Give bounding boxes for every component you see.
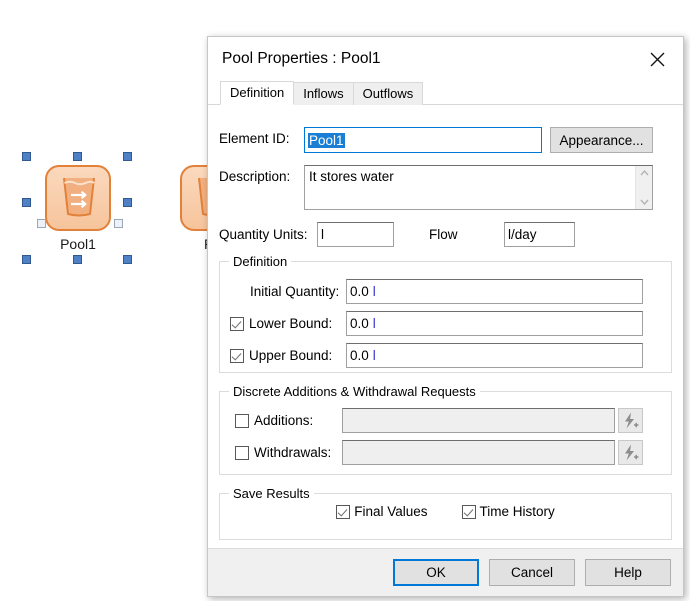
tab-outflows[interactable]: Outflows: [352, 82, 424, 105]
upper-bound-input[interactable]: 0.0 l: [346, 343, 643, 368]
ok-button[interactable]: OK: [393, 559, 479, 586]
quantity-units-input[interactable]: l: [317, 222, 394, 247]
additions-row: Additions:: [230, 408, 663, 433]
discrete-group: Discrete Additions & Withdrawal Requests…: [219, 384, 672, 475]
save-results-group: Save Results Final Values Time History: [219, 486, 672, 540]
description-label: Description:: [219, 169, 291, 184]
selection-handle-ne[interactable]: [123, 152, 132, 161]
save-results-group-caption: Save Results: [229, 486, 314, 501]
help-button[interactable]: Help: [585, 559, 671, 586]
selection-handle-se[interactable]: [123, 255, 132, 264]
element-label: Pool1: [60, 236, 96, 252]
quantity-units-row: Quantity Units: l Flow l/day: [219, 222, 672, 247]
withdrawals-row: Withdrawals:: [230, 440, 663, 465]
initial-quantity-label: Initial Quantity:: [250, 284, 340, 299]
description-value: It stores water: [309, 169, 394, 184]
upper-bound-checkbox[interactable]: [230, 348, 244, 363]
additions-checkbox[interactable]: [235, 413, 249, 428]
lower-bound-row: Lower Bound: 0.0 l: [230, 311, 661, 336]
discrete-group-caption: Discrete Additions & Withdrawal Requests: [229, 384, 480, 399]
lightning-plus-glyph: [625, 444, 639, 461]
lightning-plus-icon-additions[interactable]: [618, 408, 643, 433]
element-id-input[interactable]: Pool1: [304, 127, 542, 153]
flow-units-value: l/day: [508, 227, 537, 242]
description-textarea[interactable]: It stores water: [304, 165, 653, 210]
definition-group: Definition Initial Quantity: 0.0 l Lower…: [219, 254, 672, 373]
definition-group-caption: Definition: [229, 254, 292, 269]
selection-handle-n[interactable]: [73, 152, 82, 161]
lower-bound-unit: l: [372, 316, 376, 331]
selection-handle-nw[interactable]: [22, 152, 31, 161]
dialog-titlebar[interactable]: Pool Properties : Pool1: [208, 37, 683, 81]
element-id-value: Pool1: [308, 132, 345, 148]
port-handle-right[interactable]: [114, 219, 123, 228]
lower-bound-label: Lower Bound:: [249, 316, 333, 331]
element-id-row: Element ID: Pool1 Appearance...: [219, 127, 672, 153]
selection-handle-e[interactable]: [123, 198, 132, 207]
chevron-up-icon: [639, 170, 649, 176]
lower-bound-input[interactable]: 0.0 l: [346, 311, 643, 336]
initial-quantity-value: 0.0: [350, 284, 369, 299]
additions-label: Additions:: [254, 413, 314, 428]
description-row: Description: It stores water: [219, 165, 672, 210]
appearance-button[interactable]: Appearance...: [550, 127, 653, 153]
pool-icon[interactable]: [45, 165, 111, 231]
time-history-checkbox[interactable]: [461, 504, 476, 519]
cup-with-arrows-glyph: [63, 177, 95, 217]
lower-bound-value: 0.0: [350, 316, 369, 331]
flow-label: Flow: [429, 227, 458, 242]
selection-handle-w[interactable]: [22, 198, 31, 207]
tab-strip: Definition Inflows Outflows: [208, 81, 683, 105]
upper-bound-label: Upper Bound:: [249, 348, 333, 363]
lower-bound-checkbox[interactable]: [230, 316, 244, 331]
close-icon[interactable]: [635, 43, 679, 75]
lightning-plus-glyph: [625, 412, 639, 429]
close-x-glyph: [650, 52, 664, 66]
port-handle-left[interactable]: [37, 219, 46, 228]
chevron-down-icon: [639, 199, 649, 205]
additions-input[interactable]: [342, 408, 615, 433]
upper-bound-row: Upper Bound: 0.0 l: [230, 343, 661, 368]
initial-quantity-input[interactable]: 0.0 l: [346, 279, 643, 304]
upper-bound-value: 0.0: [350, 348, 369, 363]
initial-quantity-row: Initial Quantity: 0.0 l: [230, 279, 661, 304]
withdrawals-input[interactable]: [342, 440, 615, 465]
final-values-checkbox[interactable]: [336, 504, 351, 519]
time-history-label: Time History: [479, 504, 555, 519]
pool-properties-dialog: Pool Properties : Pool1 Definition Inflo…: [207, 36, 684, 597]
quantity-units-label: Quantity Units:: [219, 227, 308, 242]
withdrawals-label: Withdrawals:: [254, 445, 332, 460]
initial-quantity-unit: l: [372, 284, 376, 299]
dialog-body: Element ID: Pool1 Appearance... Descript…: [208, 105, 683, 548]
selection-handle-sw[interactable]: [22, 255, 31, 264]
description-scrollbar[interactable]: [635, 166, 652, 209]
quantity-units-value: l: [321, 227, 324, 242]
tab-inflows[interactable]: Inflows: [293, 82, 354, 105]
flow-units-input[interactable]: l/day: [504, 222, 575, 247]
lightning-plus-icon-withdrawals[interactable]: [618, 440, 643, 465]
final-values-label: Final Values: [354, 504, 428, 519]
selection-handle-s[interactable]: [73, 255, 82, 264]
save-results-row: Final Values Time History: [220, 504, 671, 519]
upper-bound-unit: l: [372, 348, 376, 363]
dialog-title: Pool Properties : Pool1: [222, 50, 381, 67]
tab-definition[interactable]: Definition: [220, 81, 295, 105]
withdrawals-checkbox[interactable]: [235, 445, 249, 460]
dialog-footer: OK Cancel Help: [208, 548, 683, 596]
pool-element[interactable]: Pool1: [45, 165, 111, 252]
cancel-button[interactable]: Cancel: [489, 559, 575, 586]
element-id-label: Element ID:: [219, 131, 290, 146]
